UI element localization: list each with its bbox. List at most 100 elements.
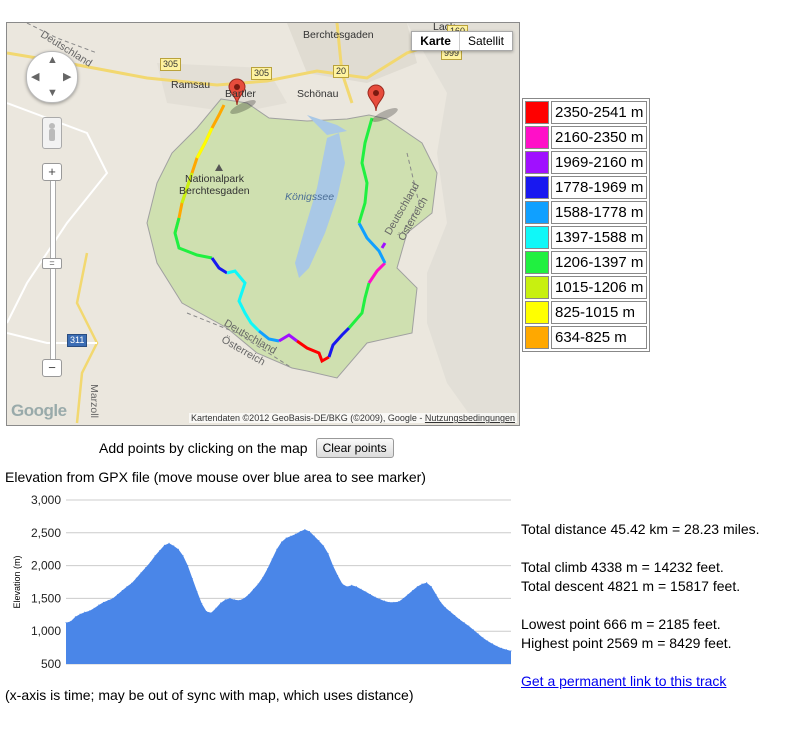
elevation-point — [163, 544, 165, 546]
elevation-point — [355, 586, 357, 588]
elevation-point — [496, 645, 498, 647]
map-type-karte-button[interactable]: Karte — [412, 32, 460, 50]
zoom-out-button[interactable]: − — [42, 359, 62, 377]
elevation-point — [384, 600, 386, 602]
clear-points-button[interactable]: Clear points — [315, 438, 394, 458]
permanent-link[interactable]: Get a permanent link to this track — [521, 673, 726, 689]
legend-row: 1969-2160 m — [525, 151, 648, 174]
elevation-point — [365, 591, 367, 593]
legend-row: 1778-1969 m — [525, 176, 648, 199]
elevation-point — [285, 537, 287, 539]
elevation-point — [238, 599, 240, 601]
map-copyright: Kartendaten ©2012 GeoBasis-DE/BKG (©2009… — [189, 413, 517, 423]
elevation-point — [159, 550, 161, 552]
legend-swatch — [525, 226, 549, 249]
legend-row: 1206-1397 m — [525, 251, 648, 274]
elevation-point — [126, 586, 128, 588]
elevation-point — [229, 597, 231, 599]
elevation-point — [482, 637, 484, 639]
elevation-point — [398, 601, 400, 603]
elevation-point — [70, 620, 72, 622]
elevation-point — [168, 542, 170, 544]
elevation-point — [276, 548, 278, 550]
legend-row: 1588-1778 m — [525, 201, 648, 224]
elevation-point — [487, 640, 489, 642]
elevation-area[interactable] — [66, 529, 511, 665]
zoom-in-button[interactable]: + — [42, 163, 62, 181]
x-axis-note: (x-axis is time; may be out of sync with… — [5, 687, 414, 703]
road-sign: 20 — [333, 65, 350, 78]
elevation-point — [510, 650, 512, 652]
map-label: Berchtesgaden — [179, 185, 250, 197]
y-tick-label: 2,500 — [31, 526, 61, 540]
legend-label: 1206-1397 m — [551, 251, 648, 274]
pan-down-icon[interactable]: ▼ — [47, 87, 58, 99]
elevation-point — [501, 647, 503, 649]
elevation-point — [435, 593, 437, 595]
elevation-point — [107, 599, 109, 601]
elevation-point — [369, 593, 371, 595]
add-points-text: Add points by clicking on the map — [99, 440, 308, 456]
total-descent: Total descent 4821 m = 15817 feet. — [521, 578, 741, 594]
elevation-point — [121, 590, 123, 592]
elevation-point — [468, 625, 470, 627]
elevation-point — [379, 598, 381, 600]
elevation-point — [374, 596, 376, 598]
elevation-point — [463, 622, 465, 624]
elevation-point — [65, 622, 67, 624]
map-label: Bartler — [225, 88, 256, 100]
elevation-point — [454, 614, 456, 616]
elevation-point — [477, 633, 479, 635]
pan-control[interactable]: ▲ ▼ ◀ ▶ — [26, 51, 78, 103]
elevation-point — [206, 611, 208, 613]
add-points-row: Add points by clicking on the map Clear … — [99, 438, 394, 458]
elevation-point — [149, 561, 151, 563]
total-distance: Total distance 45.42 km = 28.23 miles. — [521, 521, 760, 537]
elevation-point — [295, 533, 297, 535]
legend-row: 634-825 m — [525, 326, 648, 349]
terms-link[interactable]: Nutzungsbedingungen — [425, 413, 515, 423]
legend-swatch — [525, 201, 549, 224]
elevation-point — [210, 612, 212, 614]
legend-row: 825-1015 m — [525, 301, 648, 324]
elevation-point — [313, 535, 315, 537]
pan-up-icon[interactable]: ▲ — [47, 54, 58, 66]
elevation-point — [135, 577, 137, 579]
pan-right-icon[interactable]: ▶ — [63, 70, 71, 83]
road-sign: 311 — [67, 334, 88, 347]
map-view[interactable]: Lack Berchtesgaden Ramsau Bartler Schöna… — [6, 22, 520, 426]
elevation-point — [491, 643, 493, 645]
elevation-chart[interactable]: 3,000 2,500 2,000 1,500 1,000 500 Elevation (m… — [0, 488, 515, 678]
elevation-point — [98, 604, 100, 606]
elevation-point — [393, 601, 395, 603]
map-type-satellit-button[interactable]: Satellit — [460, 32, 512, 50]
zoom-slider-thumb[interactable]: = — [42, 258, 62, 269]
elevation-point — [290, 535, 292, 537]
elevation-point — [117, 593, 119, 595]
road-sign: 305 — [251, 67, 273, 80]
elevation-point — [84, 611, 86, 613]
elevation-point — [458, 618, 460, 620]
elevation-point — [412, 590, 414, 592]
legend-label: 1778-1969 m — [551, 176, 648, 199]
total-climb: Total climb 4338 m = 14232 feet. — [521, 559, 724, 575]
pan-left-icon[interactable]: ◀ — [31, 70, 39, 83]
elevation-point — [187, 565, 189, 567]
pegman-icon[interactable] — [42, 117, 62, 149]
lowest-point: Lowest point 666 m = 2185 feet. — [521, 616, 721, 632]
elevation-point — [360, 588, 362, 590]
legend-label: 2350-2541 m — [551, 101, 648, 124]
elevation-point — [430, 586, 432, 588]
map-label: Ramsau — [171, 79, 211, 91]
elevation-point — [346, 586, 348, 588]
elevation-point — [243, 597, 245, 599]
y-tick-label: 3,000 — [31, 493, 61, 507]
elevation-point — [318, 540, 320, 542]
legend-label: 1015-1206 m — [551, 276, 648, 299]
track-stats: Total distance 45.42 km = 28.23 miles. T… — [521, 520, 760, 691]
elevation-point — [131, 582, 133, 584]
elevation-point — [224, 599, 226, 601]
elevation-point — [215, 607, 217, 609]
chart-title: Elevation from GPX file (move mouse over… — [5, 469, 426, 485]
y-tick-label: 1,500 — [31, 591, 61, 605]
